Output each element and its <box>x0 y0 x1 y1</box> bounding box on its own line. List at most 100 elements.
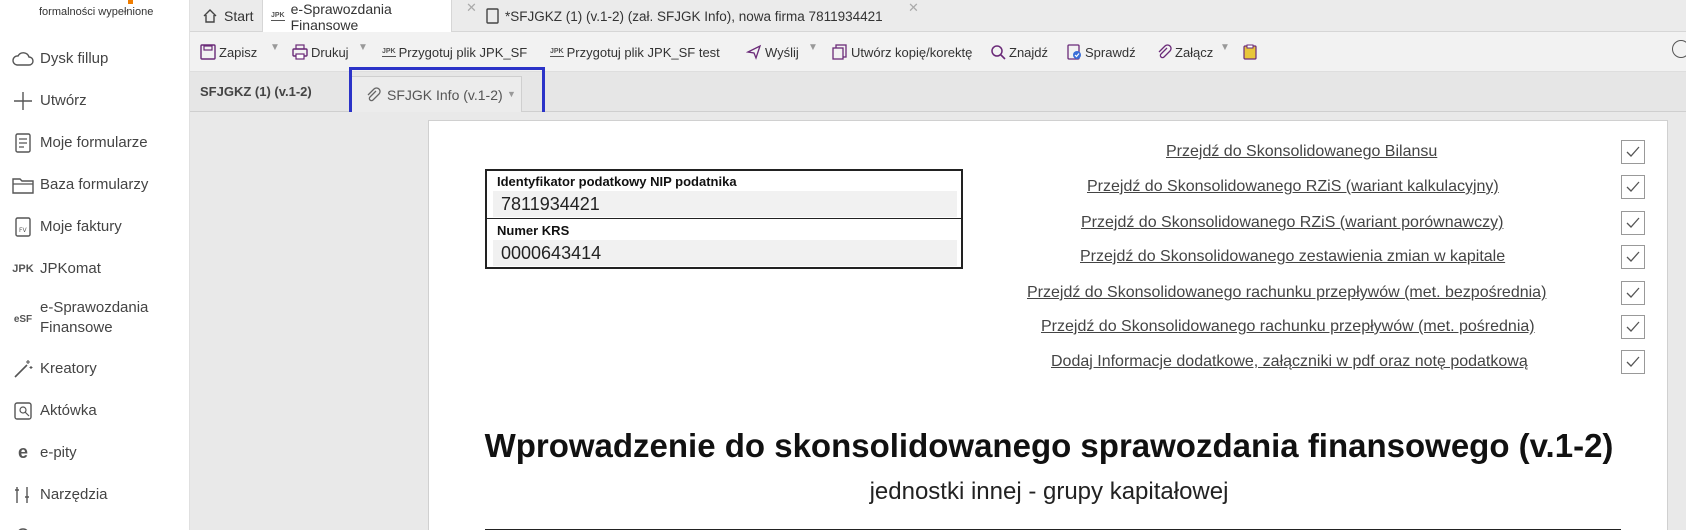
sidebar-item-e-sprawozdania[interactable]: eSF e-Sprawozdania Finansowe <box>0 298 189 338</box>
prepare-jpk-label: Przygotuj plik JPK_SF <box>398 44 528 60</box>
sidebar-item-more[interactable] <box>0 522 189 530</box>
document-area: Identyfikator podatkowy NIP podatnika 78… <box>190 112 1686 530</box>
jpk-icon: JPK <box>550 47 564 57</box>
brand-tagline: formalności wypełnione <box>39 6 154 18</box>
print-label: Drukuj <box>311 44 349 60</box>
link-bilans[interactable]: Przejdź do Skonsolidowanego Bilansu <box>1166 143 1437 161</box>
prepare-jpk-test-label: Przygotuj plik JPK_SF test <box>566 44 720 60</box>
gear-icon <box>10 522 36 530</box>
tab-e-sprawozdania[interactable]: JPK e-Sprawozdania Finansowe <box>262 0 452 33</box>
sidebar-item-label: Utwórz <box>40 92 87 109</box>
sidebar-item-label: Moje faktury <box>40 218 122 235</box>
sidebar-item-label: Baza formularzy <box>40 176 149 193</box>
esf-icon: eSF <box>13 313 33 325</box>
sidebar-item-kreatory[interactable]: Kreatory <box>0 356 189 382</box>
chevron-down-icon[interactable]: ▼ <box>270 42 280 53</box>
checkbox-bilans[interactable] <box>1621 140 1645 164</box>
sidebar-item-narzedzia[interactable]: Narzędzia <box>0 482 189 508</box>
sidebar-item-label: Narzędzia <box>40 486 108 503</box>
sidebar-item-label: e-Sprawozdania Finansowe <box>40 299 149 336</box>
check-button[interactable]: Sprawdź <box>1066 41 1136 63</box>
briefcase-icon <box>10 398 36 424</box>
epity-icon: e <box>17 441 28 462</box>
tab-label: Start <box>224 8 254 24</box>
main-form-tab[interactable]: SFJGKZ (1) (v.1-2) <box>200 84 312 99</box>
brand-accent <box>128 0 133 4</box>
tab-bar: Start JPK e-Sprawozdania Finansowe ✕ *SF… <box>190 0 1686 33</box>
paperclip-icon <box>365 86 381 103</box>
prepare-jpk-test-button[interactable]: JPK Przygotuj plik JPK_SF test <box>550 41 720 63</box>
save-icon <box>200 44 216 60</box>
krs-row: Numer KRS 0000643414 <box>487 220 961 268</box>
link-przeplywy-bezposrednia[interactable]: Przejdź do Skonsolidowanego rachunku prz… <box>1027 284 1546 302</box>
sidebar-item-moje-faktury[interactable]: FV Moje faktury <box>0 216 189 238</box>
checkbox-zmiany-w-kapitale[interactable] <box>1621 245 1645 269</box>
sidebar-item-dysk[interactable]: Dysk fillup <box>0 46 189 72</box>
save-button[interactable]: Zapisz <box>200 41 257 63</box>
link-rzis-porownawczy[interactable]: Przejdź do Skonsolidowanego RZiS (warian… <box>1081 214 1503 232</box>
sidebar-item-aktowka[interactable]: Aktówka <box>0 398 189 424</box>
print-button[interactable]: Drukuj <box>292 41 349 63</box>
sidebar-item-utworz[interactable]: Utwórz <box>0 90 189 112</box>
clipboard-icon <box>1242 44 1258 60</box>
cloud-icon <box>10 46 36 72</box>
chevron-down-icon[interactable]: ▼ <box>358 42 368 53</box>
save-label: Zapisz <box>219 44 258 60</box>
prepare-jpk-button[interactable]: JPK Przygotuj plik JPK_SF <box>382 41 527 63</box>
identification-box: Identyfikator podatkowy NIP podatnika 78… <box>485 169 963 269</box>
jpk-icon: JPK <box>271 12 285 21</box>
krs-field[interactable]: 0000643414 <box>493 240 957 266</box>
link-zmiany-w-kapitale[interactable]: Przejdź do Skonsolidowanego zestawienia … <box>1080 248 1505 266</box>
document-icon <box>10 130 36 156</box>
link-informacje-dodatkowe[interactable]: Dodaj Informacje dodatkowe, załączniki w… <box>1051 353 1528 371</box>
checkbox-rzis-kalkulacyjny[interactable] <box>1621 175 1645 199</box>
sidebar-item-jpkomat[interactable]: JPK JPKomat <box>0 258 189 280</box>
nip-label: Identyfikator podatkowy NIP podatnika <box>497 174 737 189</box>
nip-field[interactable]: 7811934421 <box>493 191 957 217</box>
chevron-down-icon[interactable]: ▼ <box>507 89 516 99</box>
sidebar-item-e-pity[interactable]: e e-pity <box>0 441 189 464</box>
sidebar-item-label: Moje formularze <box>40 134 148 151</box>
sidebar-item-label: Kreatory <box>40 360 97 377</box>
page-icon <box>486 8 499 24</box>
check-label: Sprawdź <box>1085 44 1136 60</box>
zoom-out-icon[interactable] <box>1672 40 1686 58</box>
toolbar: Zapisz ▼ Drukuj ▼ JPK Przygotuj plik JPK… <box>190 32 1686 72</box>
svg-text:FV: FV <box>19 227 27 234</box>
tab-sfjgkz[interactable]: *SFJGKZ (1) (v.1-2) (zał. SFJGK Info), n… <box>478 0 1108 32</box>
chevron-down-icon[interactable]: ▼ <box>1220 42 1230 53</box>
copy-icon <box>832 44 848 60</box>
jpk-icon: JPK <box>382 47 396 57</box>
document-subtitle: jednostki innej - grupy kapitałowej <box>869 478 1229 505</box>
checkbox-informacje-dodatkowe[interactable] <box>1621 350 1645 374</box>
copy-correction-button[interactable]: Utwórz kopię/korektę <box>832 41 972 63</box>
sidebar-item-baza-formularzy[interactable]: Baza formularzy <box>0 174 189 196</box>
tools-icon <box>10 482 36 508</box>
checkbox-rzis-porownawczy[interactable] <box>1621 211 1645 235</box>
find-button[interactable]: Znajdź <box>990 41 1048 63</box>
jpk-icon: JPK <box>12 263 34 275</box>
tab-start[interactable]: Start <box>194 0 262 32</box>
close-icon[interactable]: ✕ <box>466 0 477 16</box>
clipboard-button[interactable] <box>1242 41 1261 63</box>
attach-button[interactable]: Załącz <box>1156 41 1213 63</box>
document-title: Wprowadzenie do skonsolidowanego sprawoz… <box>484 427 1614 464</box>
tab-label: *SFJGKZ (1) (v.1-2) (zał. SFJGK Info), n… <box>505 8 883 24</box>
paperclip-icon <box>1156 44 1172 60</box>
chevron-down-icon[interactable]: ▼ <box>808 42 818 53</box>
checkbox-przeplywy-posrednia[interactable] <box>1621 315 1645 339</box>
link-rzis-kalkulacyjny[interactable]: Przejdź do Skonsolidowanego RZiS (warian… <box>1087 178 1499 196</box>
wand-icon <box>10 356 36 382</box>
close-icon[interactable]: ✕ <box>908 0 919 16</box>
attachment-tab[interactable]: SFJGK Info (v.1-2) ▼ <box>350 76 522 112</box>
send-button[interactable]: Wyślij <box>746 41 799 63</box>
form-tabs: SFJGKZ (1) (v.1-2) SFJGK Info (v.1-2) ▼ <box>190 72 1686 112</box>
krs-label: Numer KRS <box>497 223 570 238</box>
sidebar-item-moje-formularze[interactable]: Moje formularze <box>0 130 189 156</box>
search-icon <box>990 44 1006 60</box>
check-document-icon <box>1066 44 1082 60</box>
checkbox-przeplywy-bezposrednia[interactable] <box>1621 281 1645 305</box>
nip-row: Identyfikator podatkowy NIP podatnika 78… <box>487 171 961 219</box>
link-przeplywy-posrednia[interactable]: Przejdź do Skonsolidowanego rachunku prz… <box>1041 318 1535 336</box>
copy-correction-label: Utwórz kopię/korektę <box>851 44 973 60</box>
